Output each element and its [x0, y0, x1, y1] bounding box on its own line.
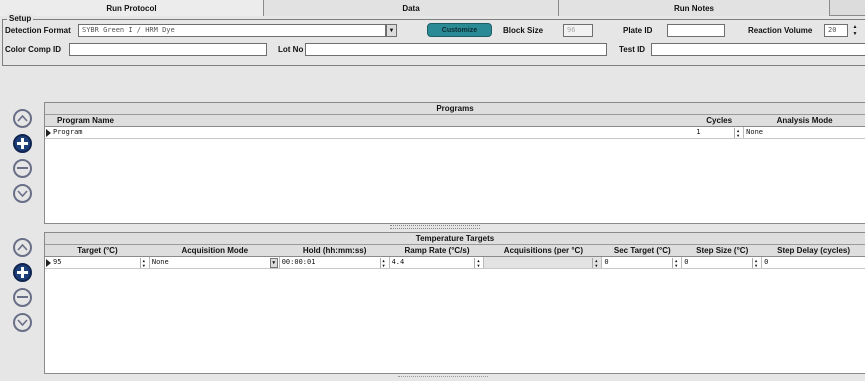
color-comp-field[interactable] — [69, 43, 267, 56]
customize-button[interactable]: Customize — [427, 23, 492, 37]
acquisitions-stepper: ▲ ▼ — [592, 258, 599, 268]
column-sec-target: Sec Target (°C) — [613, 246, 671, 255]
ramp-rate-value: 4.4 — [391, 258, 405, 266]
dropdown-arrow-icon[interactable]: ▼ — [386, 24, 397, 37]
analysis-mode-cell[interactable]: None — [744, 127, 865, 138]
hold-cell[interactable]: 00:00:01 ▲ ▼ — [280, 257, 390, 268]
column-target: Target (°C) — [77, 246, 118, 255]
reaction-volume-field[interactable]: 20 — [824, 24, 848, 37]
step-size-cell[interactable]: 0 ▲ ▼ — [682, 257, 763, 268]
detection-format-label: Detection Format — [5, 26, 71, 35]
minus-icon — [16, 296, 28, 298]
targets-add-button[interactable] — [12, 263, 32, 282]
lot-no-label: Lot No — [278, 45, 304, 54]
targets-side-buttons — [0, 238, 44, 338]
cycles-cell[interactable]: 1 ▲ ▼ — [694, 127, 745, 138]
program-name-cell[interactable]: Program — [45, 127, 694, 138]
reaction-volume-label: Reaction Volume — [748, 26, 813, 35]
hold-value: 00:00:01 — [281, 258, 316, 266]
chevron-up-icon — [16, 115, 28, 122]
test-id-label: Test ID — [619, 45, 646, 54]
column-acquisitions: Acquisitions (per °C) — [503, 246, 583, 255]
ramp-rate-cell[interactable]: 4.4 ▲ ▼ — [390, 257, 485, 268]
column-step-delay: Step Delay (cycles) — [777, 246, 851, 255]
step-size-stepper[interactable]: ▲ ▼ — [752, 258, 759, 268]
programs-move-down-button[interactable] — [12, 184, 32, 203]
column-ramp-rate: Ramp Rate (°C/s) — [404, 246, 470, 255]
programs-remove-button[interactable] — [12, 159, 32, 178]
table-row[interactable]: 95 ▲ ▼ None ▼ 00:00:01 ▲ ▼ 4.4 ▲ ▼ ▲ ▼ 0 ▲ ▼ … — [45, 257, 865, 269]
setup-legend: Setup — [7, 14, 34, 23]
chevron-down-icon — [16, 319, 28, 326]
programs-grid: Programs Program Name Cycles Analysis Mo… — [44, 102, 865, 224]
targets-move-up-button[interactable] — [12, 238, 32, 257]
targets-move-down-button[interactable] — [12, 313, 32, 332]
programs-add-button[interactable] — [12, 134, 32, 153]
programs-header: Program Name Cycles Analysis Mode — [45, 115, 865, 127]
lot-no-field[interactable] — [305, 43, 607, 56]
dropdown-arrow-icon[interactable]: ▼ — [269, 258, 278, 268]
chevron-down-icon — [16, 190, 28, 197]
column-step-size: Step Size (°C) — [696, 246, 749, 255]
plus-icon — [16, 138, 28, 149]
tab-bar: Run Protocol Data Run Notes — [0, 0, 865, 16]
plate-id-label: Plate ID — [623, 26, 653, 35]
step-size-value: 0 — [684, 258, 689, 266]
programs-move-up-button[interactable] — [12, 109, 32, 128]
spin-down-icon[interactable]: ▼ — [851, 31, 859, 38]
tab-bar-filler — [830, 0, 865, 15]
acquisitions-cell: ▲ ▼ — [484, 257, 603, 268]
ramp-rate-stepper[interactable]: ▲ ▼ — [474, 258, 481, 268]
cycles-stepper[interactable]: ▲ ▼ — [734, 128, 741, 138]
reaction-volume-stepper[interactable]: ▲ ▼ — [851, 24, 859, 37]
hold-stepper[interactable]: ▲ ▼ — [379, 258, 387, 268]
plate-id-field[interactable] — [667, 24, 725, 37]
step-delay-cell[interactable]: 0 — [762, 257, 865, 268]
column-cycles: Cycles — [706, 116, 733, 125]
sec-target-cell[interactable]: 0 ▲ ▼ — [602, 257, 683, 268]
temperature-targets-grid: Temperature Targets Target (°C) Acquisit… — [44, 232, 865, 374]
programs-side-buttons — [0, 109, 44, 209]
block-size-label: Block Size — [503, 26, 544, 35]
sec-target-stepper[interactable]: ▲ ▼ — [672, 258, 679, 268]
target-stepper[interactable]: ▲ ▼ — [139, 258, 147, 268]
tab-data[interactable]: Data — [264, 0, 559, 16]
column-program-name: Program Name — [57, 116, 114, 125]
detection-format-select[interactable]: SYBR Green I / HRM Dye — [78, 24, 386, 37]
column-analysis-mode: Analysis Mode — [776, 116, 833, 125]
test-id-field[interactable] — [651, 43, 865, 56]
minus-icon — [16, 167, 28, 169]
column-hold: Hold (hh:mm:ss) — [302, 246, 367, 255]
block-size-field: 96 — [563, 24, 593, 37]
table-row[interactable]: Program 1 ▲ ▼ None — [45, 127, 865, 139]
column-acquisition-mode: Acquisition Mode — [181, 246, 249, 255]
acquisition-mode-cell[interactable]: None ▼ — [150, 257, 280, 268]
splitter-handle[interactable] — [390, 225, 480, 229]
tab-run-protocol[interactable]: Run Protocol — [0, 0, 264, 16]
bottom-resize-handle[interactable] — [398, 376, 488, 379]
cycles-value: 1 — [696, 128, 701, 136]
targets-remove-button[interactable] — [12, 288, 32, 307]
targets-header: Target (°C) Acquisition Mode Hold (hh:mm… — [45, 245, 865, 257]
tab-run-notes[interactable]: Run Notes — [559, 0, 830, 16]
target-cell[interactable]: 95 ▲ ▼ — [45, 257, 150, 268]
plus-icon — [16, 267, 28, 278]
programs-title: Programs — [45, 103, 865, 115]
acquisition-mode-value: None — [151, 258, 169, 266]
color-comp-label: Color Comp ID — [5, 45, 61, 54]
setup-group: Setup Detection Format SYBR Green I / HR… — [2, 14, 865, 66]
temperature-targets-title: Temperature Targets — [45, 233, 865, 245]
sec-target-value: 0 — [604, 258, 609, 266]
target-value: 95 — [53, 258, 62, 266]
chevron-up-icon — [16, 244, 28, 251]
